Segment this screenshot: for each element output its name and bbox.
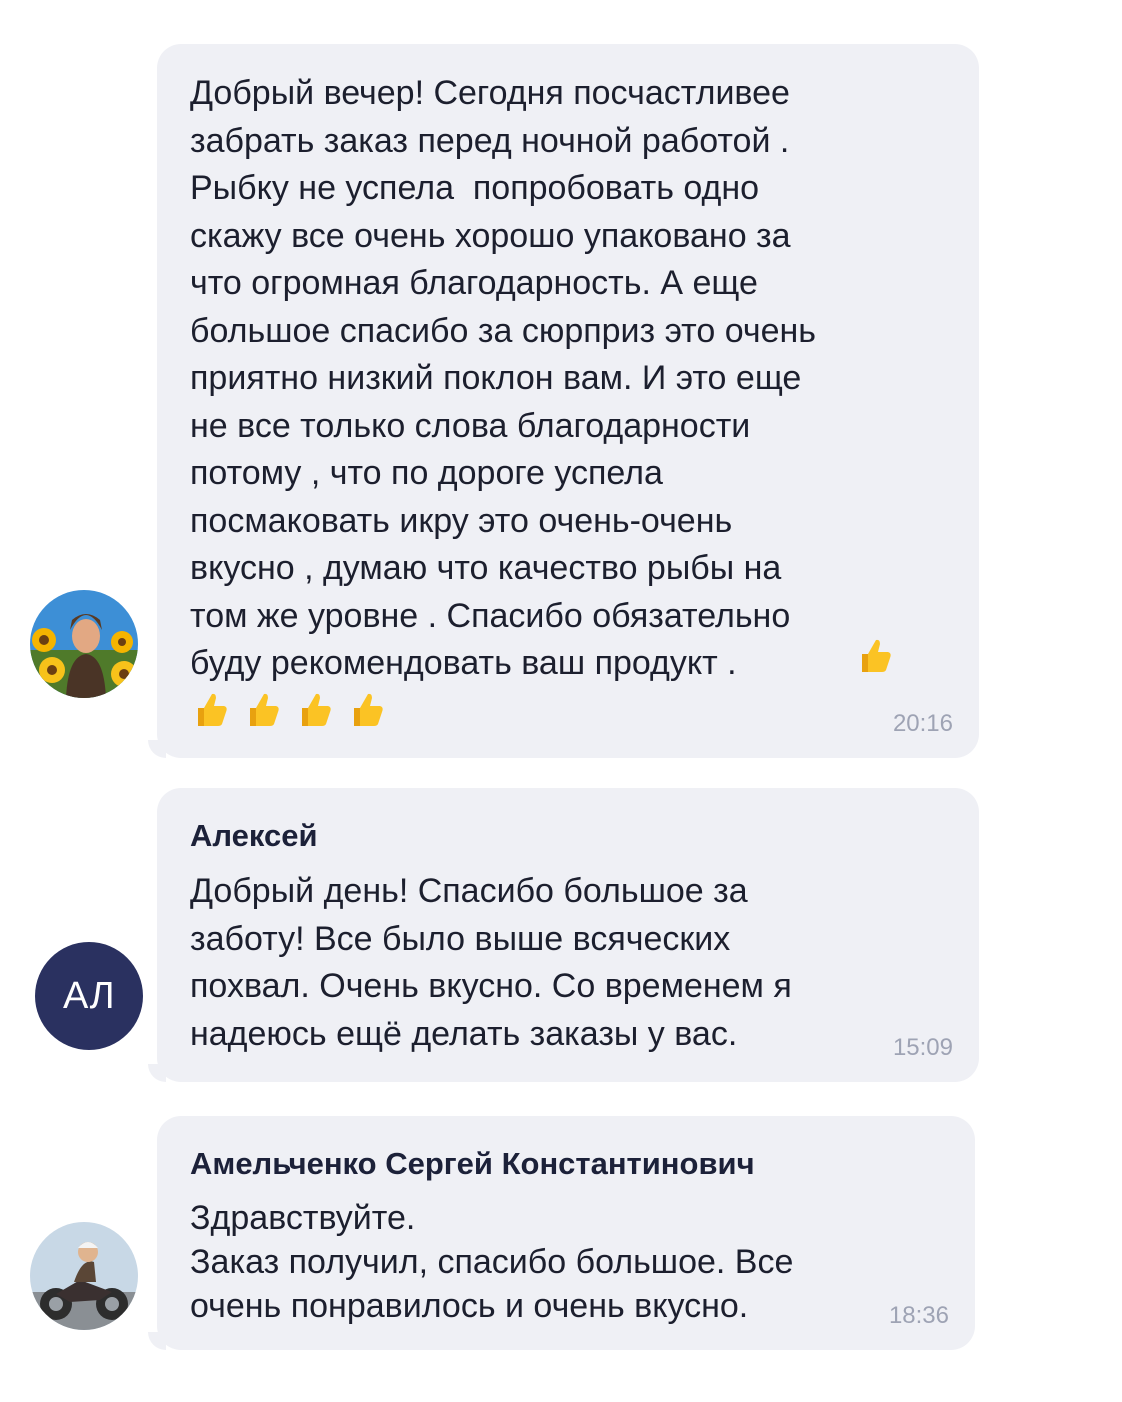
avatar-photo-motorcycle-icon [30,1222,138,1330]
thumbs-up-icon [294,690,334,730]
message-bubble[interactable]: Алексей Добрый день! Спасибо большое за … [157,788,979,1082]
sender-name[interactable]: Алексей [190,818,951,854]
thumbs-up-icon [854,636,894,676]
avatar-photo-sunflowers-icon [30,590,138,698]
message-time: 18:36 [888,1302,949,1329]
message-time: 15:09 [892,1034,953,1061]
avatar-sunflowers[interactable] [30,590,138,698]
thumbs-up-icon [242,690,282,730]
emoji-row-2 [190,690,398,733]
message-text: Добрый день! Спасибо большое за заботу! … [190,872,792,1053]
thumbs-up-icon [190,690,230,730]
avatar-initials-text: АЛ [62,974,116,1017]
thumbs-up-icon [346,690,386,730]
message-text: Здравствуйте. Заказ получил, спасибо бол… [190,1199,794,1325]
avatar-initials[interactable]: АЛ [35,942,143,1050]
message-text: Добрый вечер! Сегодня посчастливее забра… [190,74,816,682]
sender-name[interactable]: Амельченко Сергей Константинович [190,1146,947,1182]
avatar-motorcycle[interactable] [30,1222,138,1330]
message-bubble[interactable]: Добрый вечер! Сегодня посчастливее забра… [157,44,979,758]
message-time: 20:16 [892,710,953,737]
message-bubble[interactable]: Амельченко Сергей Константинович Здравст… [157,1116,975,1350]
